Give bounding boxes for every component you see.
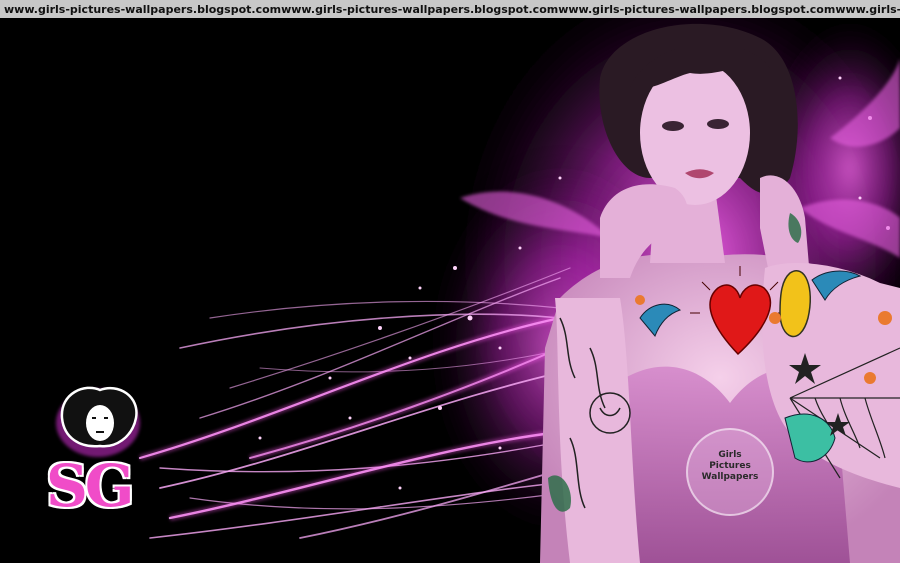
url-banner: www.girls-pictures-wallpapers.blogspot.c… bbox=[0, 0, 900, 18]
banner-url-2: www.girls-pictures-wallpapers.blogspot.c… bbox=[281, 2, 559, 16]
banner-url-4: www.girls-pictures-wallpapers.blogspot.c… bbox=[835, 2, 900, 16]
sg-girl-logo bbox=[56, 386, 140, 457]
wallpaper: www.girls-pictures-wallpapers.blogspot.c… bbox=[0, 0, 900, 563]
watermark-seal: Girls Pictures Wallpapers bbox=[686, 428, 774, 516]
sg-logo-text: SG bbox=[46, 452, 134, 520]
watermark-title: Girls Pictures Wallpapers bbox=[701, 450, 759, 482]
banner-url-3: www.girls-pictures-wallpapers.blogspot.c… bbox=[558, 2, 836, 16]
banner-url-1: www.girls-pictures-wallpapers.blogspot.c… bbox=[4, 2, 282, 16]
